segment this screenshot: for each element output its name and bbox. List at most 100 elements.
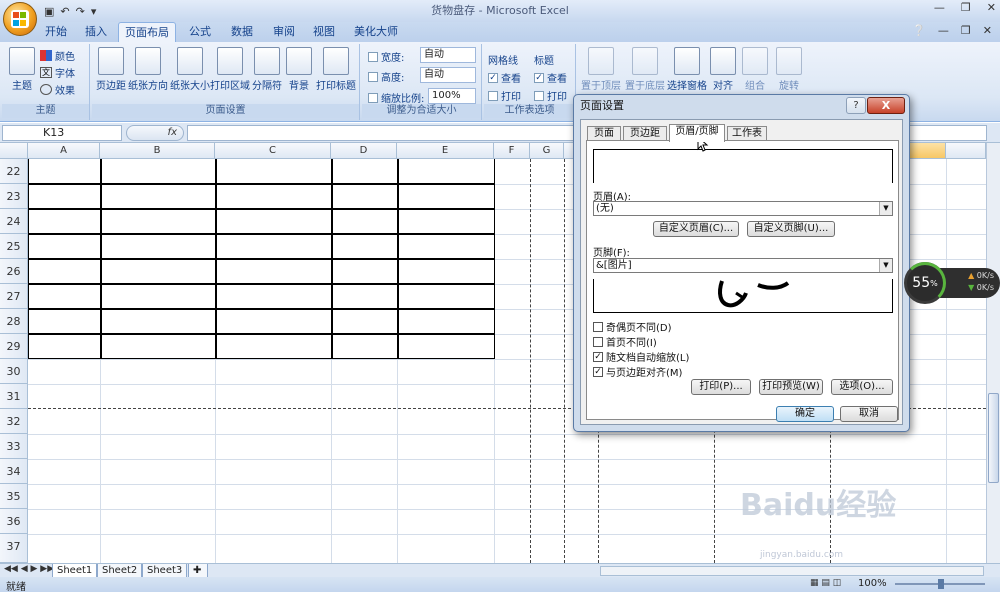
office-button[interactable] bbox=[3, 2, 37, 36]
different-first-page-check[interactable]: 首页不同(I) bbox=[593, 334, 657, 349]
column-header-selected[interactable] bbox=[910, 143, 946, 159]
network-speed-widget[interactable]: ▲ 0K/s ▼ 0K/s 55% bbox=[904, 262, 1000, 304]
header-select[interactable]: (无) ▼ bbox=[593, 201, 893, 216]
column-header-f[interactable]: F bbox=[494, 143, 530, 159]
restore-icon[interactable]: ❐ bbox=[961, 1, 971, 14]
column-header-g[interactable]: G bbox=[530, 143, 564, 159]
row-header-37[interactable]: 37 bbox=[0, 534, 28, 563]
scrollbar-thumb[interactable] bbox=[988, 393, 999, 483]
print-button[interactable]: 打印(P)... bbox=[691, 379, 751, 395]
row-header-29[interactable]: 29 bbox=[0, 334, 28, 359]
row-header-24[interactable]: 24 bbox=[0, 209, 28, 234]
ribbon-close-icon[interactable]: ✕ bbox=[983, 24, 992, 37]
gridlines-print-check[interactable]: 打印 bbox=[488, 88, 521, 103]
zoom-level[interactable]: 100% bbox=[858, 578, 887, 589]
align-with-margins-check[interactable]: ✓ 与页边距对齐(M) bbox=[593, 364, 682, 379]
ribbon-minimize-icon[interactable]: — bbox=[938, 24, 949, 37]
dialog-help-button[interactable]: ? bbox=[846, 97, 866, 114]
row-header-31[interactable]: 31 bbox=[0, 384, 28, 409]
dialog-tab-margins[interactable]: 页边距 bbox=[623, 126, 667, 141]
sheet-tab-1[interactable]: Sheet1 bbox=[52, 564, 98, 578]
row-header-30[interactable]: 30 bbox=[0, 359, 28, 384]
headings-print-check[interactable]: 打印 bbox=[534, 88, 567, 103]
fonts-button[interactable]: 文字体 bbox=[40, 65, 75, 80]
colors-button[interactable]: 颜色 bbox=[40, 48, 75, 63]
custom-header-button[interactable]: 自定义页眉(C)... bbox=[653, 221, 739, 237]
breaks-button[interactable]: 分隔符 bbox=[250, 47, 284, 92]
ribbon-restore-icon[interactable]: ❐ bbox=[961, 24, 971, 37]
sheet-nav-icon[interactable]: ◀◀ ◀ ▶ ▶▶ bbox=[4, 564, 54, 574]
name-box[interactable]: K13 bbox=[2, 125, 122, 141]
tab-review[interactable]: 审阅 bbox=[266, 22, 302, 42]
scale-spinner[interactable]: 100% bbox=[428, 88, 476, 104]
print-area-button[interactable]: 打印区域 bbox=[210, 47, 250, 92]
column-header-e[interactable]: E bbox=[397, 143, 494, 159]
cancel-button[interactable]: 取消 bbox=[840, 406, 898, 422]
theme-button[interactable]: 主题 bbox=[6, 47, 38, 92]
row-header-35[interactable]: 35 bbox=[0, 484, 28, 509]
row-header-33[interactable]: 33 bbox=[0, 434, 28, 459]
margins-button[interactable]: 页边距 bbox=[94, 47, 128, 92]
footer-select[interactable]: &[图片] ▼ bbox=[593, 258, 893, 273]
paper-size-button[interactable]: 纸张大小 bbox=[170, 47, 210, 92]
tab-view[interactable]: 视图 bbox=[306, 22, 342, 42]
undo-icon[interactable]: ↶ bbox=[60, 5, 69, 18]
different-odd-even-check[interactable]: 奇偶页不同(D) bbox=[593, 319, 672, 334]
view-buttons-icon[interactable]: ▦ ▤ ◫ bbox=[810, 578, 841, 588]
print-preview-button[interactable]: 打印预览(W) bbox=[759, 379, 823, 395]
rotate-button[interactable]: 旋转 bbox=[776, 47, 802, 92]
tab-home[interactable]: 开始 bbox=[38, 22, 74, 42]
dialog-tab-sheet[interactable]: 工作表 bbox=[727, 126, 767, 141]
dialog-tab-page[interactable]: 页面 bbox=[587, 126, 621, 141]
column-header-d[interactable]: D bbox=[331, 143, 397, 159]
row-header-23[interactable]: 23 bbox=[0, 184, 28, 209]
close-window-icon[interactable]: ✕ bbox=[987, 1, 996, 14]
horizontal-scrollbar[interactable] bbox=[600, 566, 984, 576]
headings-view-check[interactable]: ✓ 查看 bbox=[534, 70, 567, 85]
row-header-26[interactable]: 26 bbox=[0, 259, 28, 284]
tab-formulas[interactable]: 公式 bbox=[182, 22, 218, 42]
orientation-button[interactable]: 纸张方向 bbox=[128, 47, 168, 92]
help-icon[interactable]: ❔ bbox=[912, 24, 926, 37]
tab-data[interactable]: 数据 bbox=[224, 22, 260, 42]
insert-sheet-icon[interactable]: ✚ bbox=[188, 564, 208, 578]
column-header-a[interactable]: A bbox=[28, 143, 100, 159]
options-button[interactable]: 选项(O)... bbox=[831, 379, 893, 395]
height-combo[interactable]: 自动 bbox=[420, 67, 476, 83]
tab-beautify[interactable]: 美化大师 bbox=[348, 22, 404, 42]
width-combo[interactable]: 自动 bbox=[420, 47, 476, 63]
print-titles-button[interactable]: 打印标题 bbox=[314, 47, 358, 92]
redo-icon[interactable]: ↷ bbox=[76, 5, 85, 18]
dialog-tab-header-footer[interactable]: 页眉/页脚 bbox=[669, 124, 725, 142]
qat-dropdown-icon[interactable]: ▾ bbox=[91, 5, 97, 18]
row-header-32[interactable]: 32 bbox=[0, 409, 28, 434]
align-button[interactable]: 对齐 bbox=[710, 47, 736, 92]
sheet-tab-3[interactable]: Sheet3 bbox=[142, 564, 188, 578]
row-header-28[interactable]: 28 bbox=[0, 309, 28, 334]
effects-button[interactable]: 效果 bbox=[40, 82, 75, 97]
dialog-close-button[interactable]: X bbox=[867, 97, 905, 114]
ok-button[interactable]: 确定 bbox=[776, 406, 834, 422]
gridlines-view-check[interactable]: ✓ 查看 bbox=[488, 70, 521, 85]
row-header-27[interactable]: 27 bbox=[0, 284, 28, 309]
row-header-22[interactable]: 22 bbox=[0, 159, 28, 184]
row-header-36[interactable]: 36 bbox=[0, 509, 28, 534]
zoom-slider-thumb[interactable] bbox=[938, 579, 944, 589]
row-header-34[interactable]: 34 bbox=[0, 459, 28, 484]
selection-pane-button[interactable]: 选择窗格 bbox=[666, 47, 708, 92]
send-to-back-button[interactable]: 置于底层 bbox=[624, 47, 666, 92]
column-header-b[interactable]: B bbox=[100, 143, 215, 159]
minimize-icon[interactable]: — bbox=[934, 1, 945, 14]
bring-to-front-button[interactable]: 置于顶层 bbox=[580, 47, 622, 92]
scale-with-document-check[interactable]: ✓ 随文档自动缩放(L) bbox=[593, 349, 689, 364]
background-button[interactable]: 背景 bbox=[284, 47, 314, 92]
row-header-25[interactable]: 25 bbox=[0, 234, 28, 259]
vertical-scrollbar[interactable] bbox=[986, 143, 1000, 563]
tab-insert[interactable]: 插入 bbox=[78, 22, 114, 42]
column-header-next[interactable] bbox=[946, 143, 986, 159]
group-button[interactable]: 组合 bbox=[742, 47, 768, 92]
custom-footer-button[interactable]: 自定义页脚(U)... bbox=[747, 221, 835, 237]
column-header-c[interactable]: C bbox=[215, 143, 331, 159]
tab-page-layout[interactable]: 页面布局 bbox=[118, 22, 176, 42]
select-all-corner[interactable] bbox=[0, 143, 28, 159]
